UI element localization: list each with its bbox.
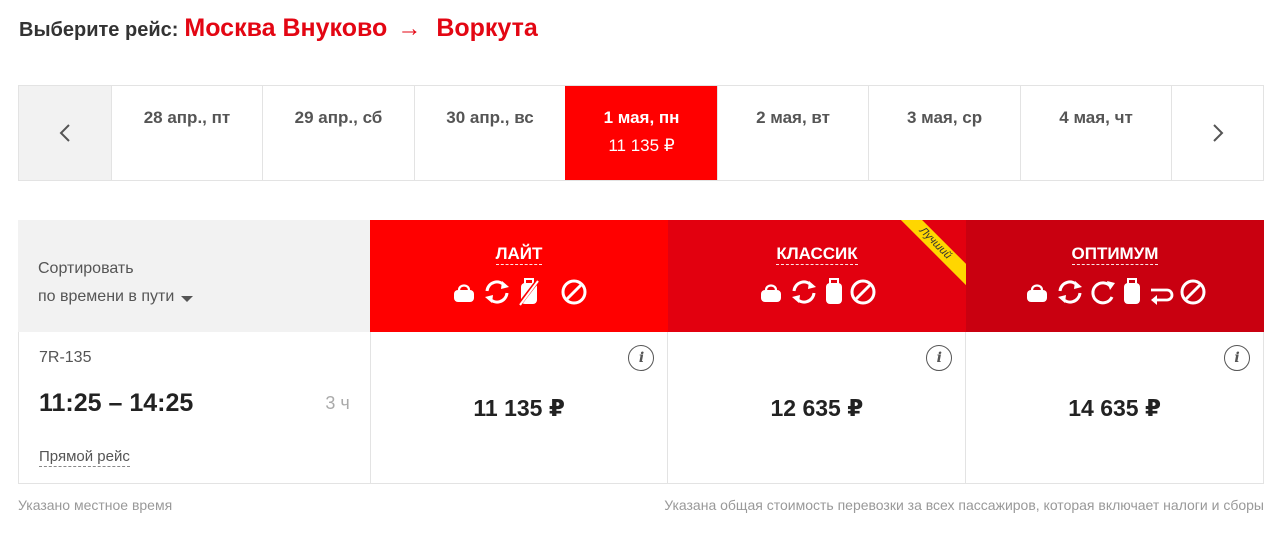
title-label: Выберите рейс: [19, 19, 179, 41]
tariff-name[interactable]: ЛАЙТ [495, 244, 543, 265]
total-price-note: Указана общая стоимость перевозки за все… [664, 497, 1264, 513]
date-carousel: 28 апр., пт 29 апр., сб 30 апр., вс 1 ма… [18, 85, 1264, 181]
return-icon [1151, 288, 1174, 305]
date-label: 1 мая, пн [603, 108, 680, 127]
best-badge-label: Лучший [890, 220, 966, 288]
local-time-note: Указано местное время [18, 497, 173, 513]
date-tab-selected[interactable]: 1 мая, пн 11 135 ₽ [565, 86, 717, 180]
bag-icon [761, 284, 781, 302]
bag-icon [454, 284, 474, 302]
info-icon[interactable]: i [628, 345, 655, 371]
tariff-header-optimum: ОПТИМУМ [966, 220, 1264, 332]
date-tab[interactable]: 2 мая, вт [716, 86, 869, 180]
exchange-icon [1058, 280, 1082, 304]
date-price: 11 135 ₽ [608, 136, 675, 155]
price-cell-optimum[interactable]: i 14 635 ₽ [966, 332, 1263, 483]
flight-duration: 3 ч [325, 393, 350, 413]
tariff-name[interactable]: КЛАССИК [776, 244, 858, 265]
no-refund-icon [561, 279, 587, 305]
sort-panel: Сортировать по времени в пути [18, 220, 370, 332]
price-classic: 12 635 ₽ [770, 395, 864, 421]
price-lite: 11 135 ₽ [473, 395, 565, 421]
date-label: 2 мая, вт [756, 108, 830, 127]
date-label: 30 апр., вс [446, 108, 534, 127]
date-label: 4 мая, чт [1059, 108, 1133, 127]
info-icon[interactable]: i [1224, 345, 1251, 371]
tariff-features [370, 277, 668, 307]
tariff-header-classic: Лучший КЛАССИК [668, 220, 966, 332]
price-optimum: 14 635 ₽ [1068, 395, 1161, 421]
baggage-icon [1124, 278, 1140, 304]
bag-icon [1027, 284, 1047, 302]
tariff-header-lite: ЛАЙТ [370, 220, 668, 332]
flight-info: 7R-135 11:25 – 14:25 3 ч Прямой рейс [19, 332, 371, 483]
tariff-name[interactable]: ОПТИМУМ [1071, 244, 1159, 265]
no-baggage-icon [517, 277, 541, 307]
refresh-icon [1091, 281, 1115, 305]
baggage-icon [826, 278, 842, 304]
date-label: 28 апр., пт [143, 108, 231, 127]
date-label: 29 апр., сб [294, 108, 383, 127]
prev-dates-button[interactable] [19, 86, 111, 180]
date-tab[interactable]: 3 мая, ср [868, 86, 1020, 180]
date-tab[interactable]: 28 апр., пт [110, 86, 263, 180]
price-cell-lite[interactable]: i 11 135 ₽ [371, 332, 669, 483]
page-title: Выберите рейс: Москва Внуково → Воркута [19, 14, 538, 43]
chevron-right-icon [1212, 124, 1224, 142]
flight-times: 11:25 – 14:25 [39, 389, 194, 417]
info-icon[interactable]: i [926, 345, 953, 371]
next-dates-button[interactable] [1171, 86, 1264, 180]
flight-row: 7R-135 11:25 – 14:25 3 ч Прямой рейс i 1… [18, 332, 1264, 484]
route-arrow: → [397, 15, 422, 42]
origin-city: Москва Внуково [184, 14, 388, 42]
caret-down-icon [181, 295, 194, 302]
tariff-features [966, 277, 1264, 307]
exchange-icon [792, 280, 816, 304]
exchange-icon [485, 280, 509, 304]
flight-number: 7R-135 [39, 349, 92, 366]
destination-city: Воркута [436, 14, 538, 42]
sort-title: Сортировать [38, 260, 134, 277]
sort-value: по времени в пути [38, 288, 175, 305]
no-refund-icon [1180, 279, 1206, 305]
no-refund-icon [850, 279, 876, 305]
date-tab[interactable]: 4 мая, чт [1019, 86, 1172, 180]
date-tab[interactable]: 30 апр., вс [413, 86, 566, 180]
chevron-left-icon [59, 124, 70, 142]
sort-dropdown[interactable]: по времени в пути [38, 288, 194, 306]
best-badge: Лучший [886, 220, 966, 300]
direct-flight-link[interactable]: Прямой рейс [39, 448, 130, 467]
price-cell-classic[interactable]: i 12 635 ₽ [668, 332, 967, 483]
date-tab[interactable]: 29 апр., сб [262, 86, 414, 180]
date-label: 3 мая, ср [906, 108, 983, 127]
